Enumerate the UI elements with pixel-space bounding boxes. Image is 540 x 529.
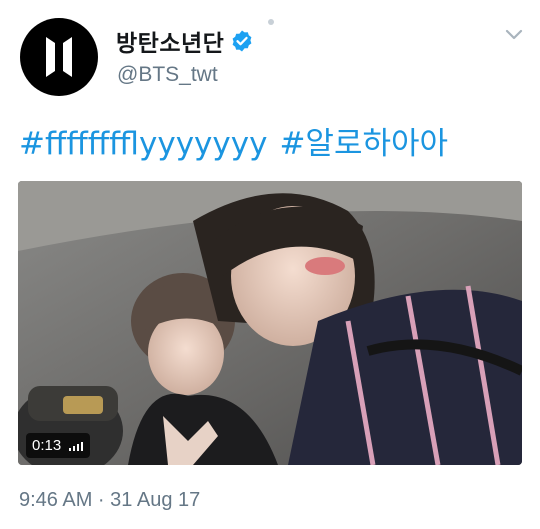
video-duration-badge: 0:13: [26, 433, 91, 458]
tweet-timestamp[interactable]: 9:46 AM · 31 Aug 17: [19, 489, 200, 512]
volume-bars-icon: [67, 441, 84, 451]
display-name[interactable]: 방탄소년단: [116, 24, 224, 58]
user-handle[interactable]: @BTS_twt: [117, 63, 218, 87]
tweet-text: #fffffffflyyyyyyy #알로하아아: [19, 118, 448, 163]
hashtag-link[interactable]: #알로하아아: [279, 126, 448, 162]
hashtag-link[interactable]: #fffffffflyyyyyyy: [19, 126, 267, 162]
author-name-row: 방탄소년단: [116, 24, 254, 58]
chevron-down-icon[interactable]: [503, 26, 525, 44]
video-thumbnail[interactable]: [18, 181, 522, 465]
verified-badge-icon: [232, 30, 252, 52]
profile-avatar[interactable]: [20, 18, 98, 96]
bts-logo-icon: [46, 37, 72, 77]
unread-dot: [268, 19, 274, 25]
video-frame: [18, 181, 522, 465]
video-duration: 0:13: [32, 437, 62, 454]
